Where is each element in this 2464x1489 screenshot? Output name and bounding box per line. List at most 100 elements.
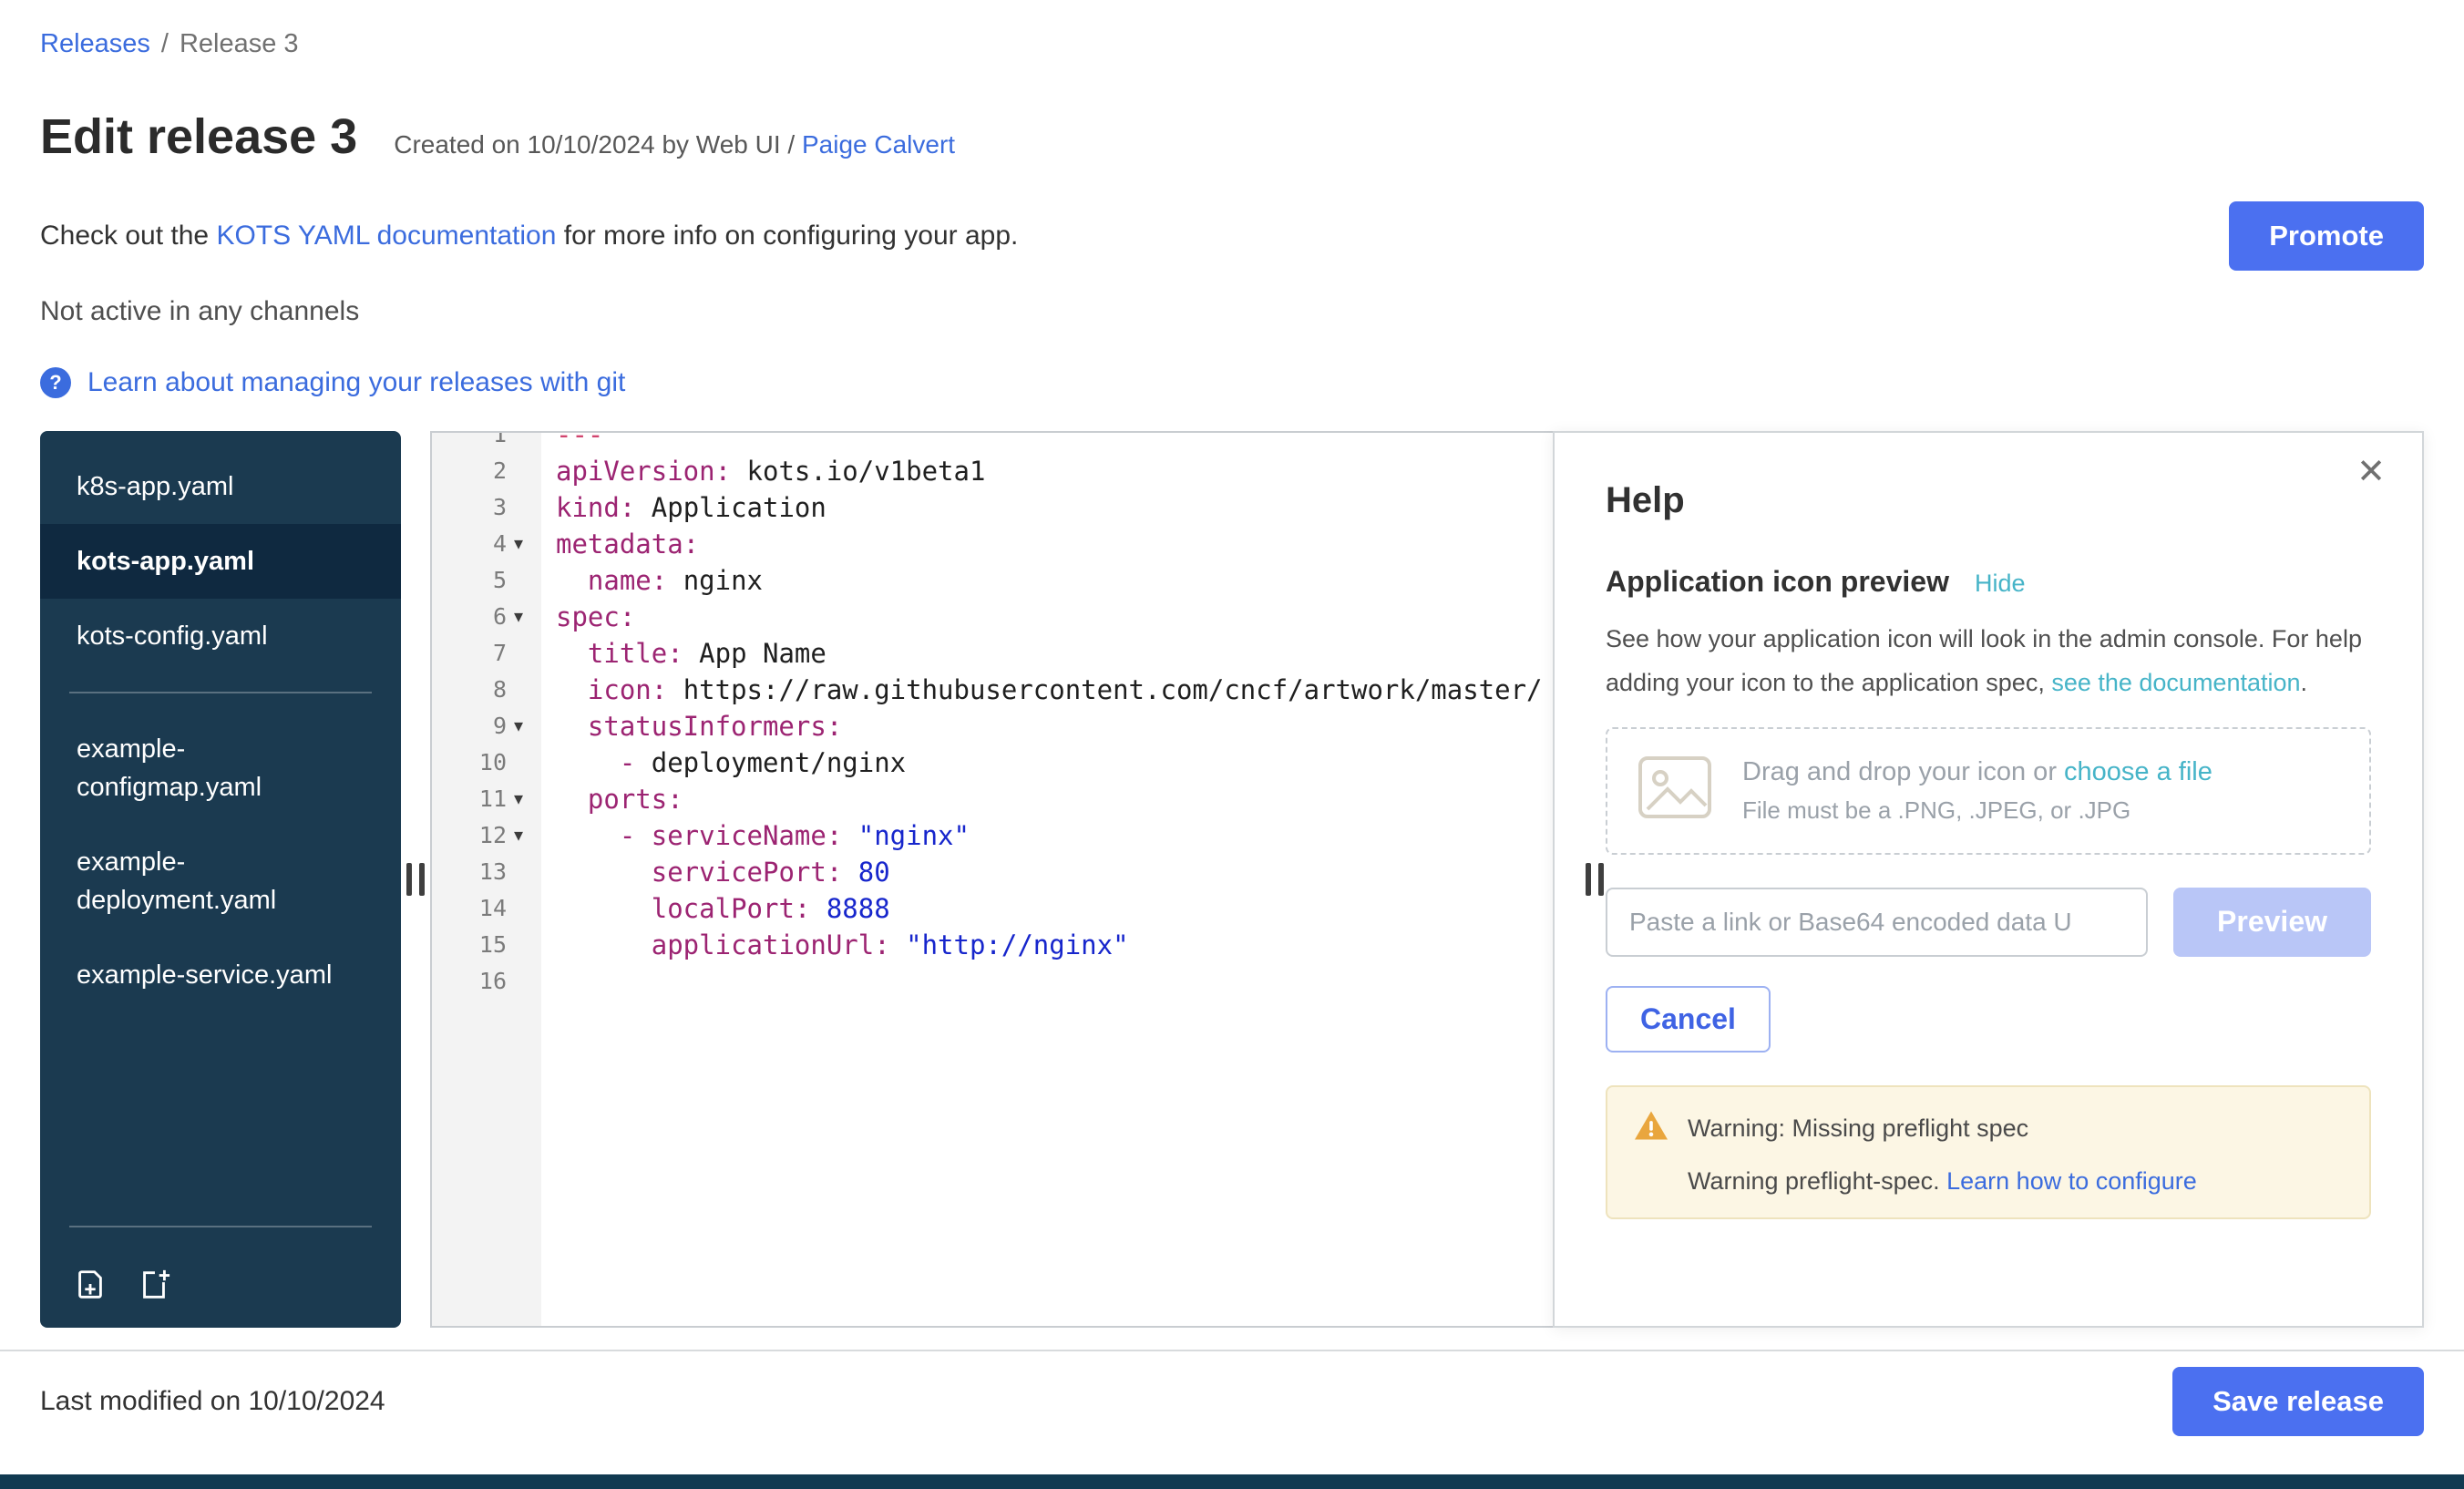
code-line-11[interactable]: ports:	[541, 781, 1553, 817]
docs-row: Check out the KOTS YAML documentation fo…	[40, 201, 2424, 271]
line-number-4[interactable]: 4▾	[432, 526, 541, 562]
code-token: ports:	[588, 784, 683, 815]
line-number-8[interactable]: 8	[432, 672, 541, 708]
channel-status-text: Not active in any channels	[40, 296, 2424, 327]
code-token: apiVersion:	[556, 456, 731, 487]
git-help-link[interactable]: Learn about managing your releases with …	[87, 367, 625, 398]
file-tree-item[interactable]: example-configmap.yaml	[40, 712, 401, 825]
code-token: "nginx"	[842, 820, 970, 851]
code-token	[556, 893, 652, 924]
save-release-button[interactable]: Save release	[2172, 1367, 2424, 1436]
fold-caret-icon[interactable]: ▾	[514, 526, 541, 562]
fold-caret-icon[interactable]: ▾	[514, 599, 541, 635]
breadcrumb-releases-link[interactable]: Releases	[40, 29, 150, 58]
code-line-8[interactable]: icon: https://raw.githubusercontent.com/…	[541, 672, 1553, 708]
code-line-1[interactable]: ---	[541, 433, 1553, 453]
docs-text: Check out the KOTS YAML documentation fo…	[40, 221, 1018, 252]
docs-suffix: for more info on configuring your app.	[556, 221, 1018, 251]
code-line-4[interactable]: metadata:	[541, 526, 1553, 562]
code-token: kind:	[556, 492, 635, 523]
resize-handle-left[interactable]	[406, 863, 425, 896]
line-number-7[interactable]: 7	[432, 635, 541, 672]
kots-docs-link[interactable]: KOTS YAML documentation	[216, 221, 556, 251]
breadcrumb: Releases/Release 3	[40, 29, 2424, 59]
git-help-row: ? Learn about managing your releases wit…	[40, 367, 2424, 398]
code-line-7[interactable]: title: App Name	[541, 635, 1553, 672]
title-row: Edit release 3 Created on 10/10/2024 by …	[40, 107, 2424, 169]
code-line-12[interactable]: - serviceName: "nginx"	[541, 817, 1553, 854]
file-tree-item[interactable]: k8s-app.yaml	[40, 449, 401, 524]
code-token	[556, 711, 588, 742]
line-number-9[interactable]: 9▾	[432, 708, 541, 744]
code-token: deployment/nginx	[652, 747, 906, 778]
line-number-16[interactable]: 16	[432, 963, 541, 1000]
created-prefix: Created on 10/10/2024 by Web UI /	[394, 130, 802, 159]
configure-link[interactable]: Learn how to configure	[1946, 1167, 2197, 1195]
line-number-3[interactable]: 3	[432, 489, 541, 526]
hide-link[interactable]: Hide	[1975, 570, 2026, 598]
code-line-3[interactable]: kind: Application	[541, 489, 1553, 526]
code-token	[556, 565, 588, 596]
see-documentation-link[interactable]: see the documentation	[2051, 669, 2300, 696]
line-number-13[interactable]: 13	[432, 854, 541, 890]
code-line-6[interactable]: spec:	[541, 599, 1553, 635]
code-line-10[interactable]: - deployment/nginx	[541, 744, 1553, 781]
line-number-6[interactable]: 6▾	[432, 599, 541, 635]
warning-box: Warning: Missing preflight spec Warning …	[1606, 1085, 2371, 1219]
code-line-15[interactable]: applicationUrl: "http://nginx"	[541, 927, 1553, 963]
icon-url-input[interactable]	[1606, 888, 2148, 957]
sidebar-bottom	[40, 1207, 401, 1328]
line-number-14[interactable]: 14	[432, 890, 541, 927]
file-tree-item[interactable]: example-deployment.yaml	[40, 825, 401, 938]
file-tree-item[interactable]: kots-config.yaml	[40, 599, 401, 673]
promote-button[interactable]: Promote	[2229, 201, 2424, 271]
line-number-15[interactable]: 15	[432, 927, 541, 963]
line-number-5[interactable]: 5	[432, 562, 541, 599]
created-text: Created on 10/10/2024 by Web UI / Paige …	[394, 130, 955, 159]
sidebar-bottom-divider	[69, 1226, 372, 1227]
line-number-1[interactable]: 1	[432, 433, 541, 453]
code-line-14[interactable]: localPort: 8888	[541, 890, 1553, 927]
docs-prefix: Check out the	[40, 221, 216, 251]
editor-gutter-column: 1234▾56▾789▾1011▾12▾13141516	[432, 433, 541, 1326]
import-file-icon[interactable]	[73, 1268, 108, 1302]
code-token	[556, 674, 588, 705]
line-number-2[interactable]: 2	[432, 453, 541, 489]
code-token: nginx	[667, 565, 763, 596]
bottom-bar	[0, 1474, 2464, 1489]
image-placeholder-icon	[1637, 755, 1713, 827]
icon-dropzone[interactable]: Drag and drop your icon or choose a file…	[1606, 727, 2371, 855]
code-editor: 1234▾56▾789▾1011▾12▾13141516 ---apiVersi…	[430, 431, 1555, 1328]
code-token: spec:	[556, 601, 635, 632]
line-number-12[interactable]: 12▾	[432, 817, 541, 854]
editor-code-area[interactable]: ---apiVersion: kots.io/v1beta1kind: Appl…	[541, 433, 1553, 1326]
fold-caret-icon[interactable]: ▾	[514, 781, 541, 817]
editor-gutter: 1234▾56▾789▾1011▾12▾13141516	[432, 433, 541, 1000]
code-token: Application	[635, 492, 826, 523]
author-link[interactable]: Paige Calvert	[802, 130, 955, 159]
line-number-10[interactable]: 10	[432, 744, 541, 781]
fold-caret-icon[interactable]: ▾	[514, 708, 541, 744]
code-token: servicePort:	[652, 857, 843, 888]
file-tree-item[interactable]: kots-app.yaml	[40, 524, 401, 599]
close-icon[interactable]: ✕	[2356, 455, 2386, 489]
cancel-button[interactable]: Cancel	[1606, 986, 1771, 1053]
fold-caret-icon[interactable]: ▾	[514, 817, 541, 854]
code-token	[556, 784, 588, 815]
resize-handle-right[interactable]	[1586, 863, 1604, 896]
add-file-icon[interactable]	[137, 1268, 171, 1302]
question-icon: ?	[40, 367, 71, 398]
line-number-11[interactable]: 11▾	[432, 781, 541, 817]
code-token: title:	[588, 638, 683, 669]
preview-button[interactable]: Preview	[2173, 888, 2371, 957]
file-tree-item[interactable]: example-service.yaml	[40, 938, 401, 1012]
choose-file-link[interactable]: choose a file	[2064, 757, 2212, 786]
code-line-2[interactable]: apiVersion: kots.io/v1beta1	[541, 453, 1553, 489]
code-line-9[interactable]: statusInformers:	[541, 708, 1553, 744]
code-line-16[interactable]	[541, 963, 1553, 1000]
code-line-5[interactable]: name: nginx	[541, 562, 1553, 599]
code-line-13[interactable]: servicePort: 80	[541, 854, 1553, 890]
code-token: metadata:	[556, 529, 699, 560]
icon-url-row: Preview	[1606, 888, 2371, 957]
last-modified-text: Last modified on 10/10/2024	[40, 1386, 385, 1417]
